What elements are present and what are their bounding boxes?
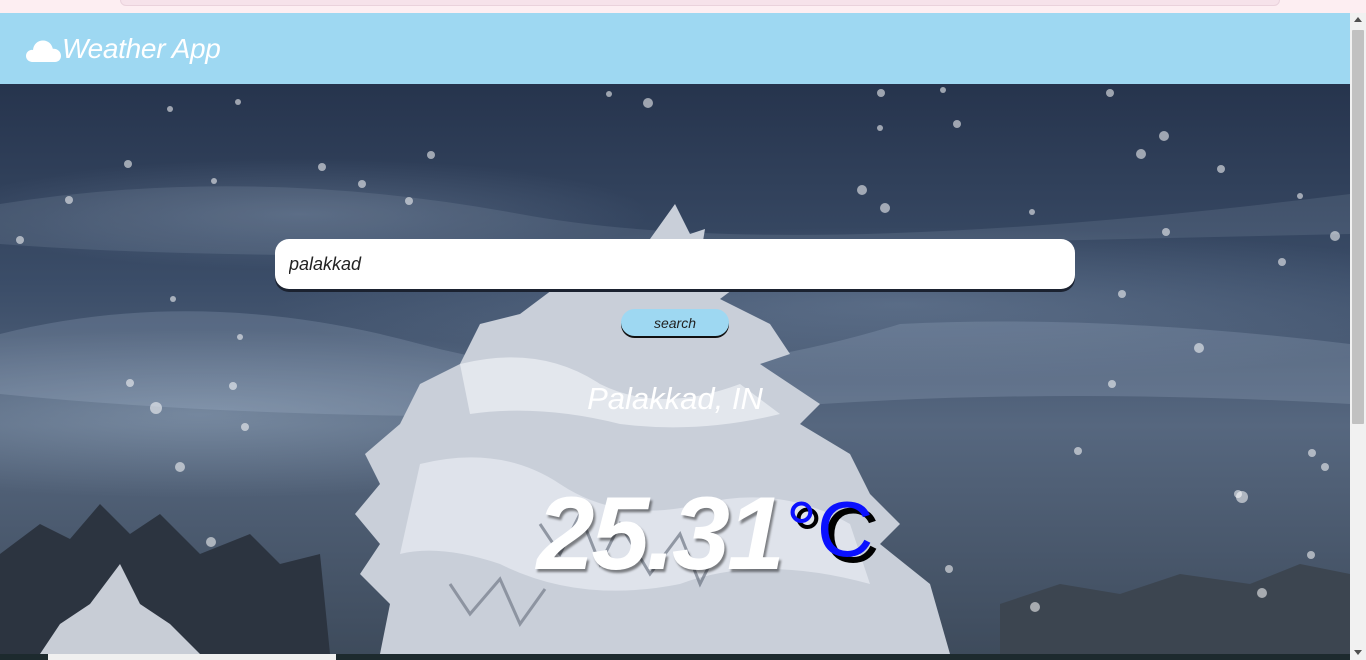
city-search-input[interactable] (275, 239, 1075, 289)
search-button[interactable]: search (621, 309, 729, 336)
address-bar-edge (120, 0, 1280, 6)
weather-scene: search Palakkad, IN 25.31 °C (0, 84, 1350, 654)
scroll-down-icon[interactable] (1354, 650, 1362, 655)
scroll-thumb[interactable] (1352, 30, 1364, 424)
browser-top-strip (0, 0, 1366, 13)
app-logo[interactable]: Weather App (24, 33, 221, 65)
scroll-up-icon[interactable] (1354, 17, 1362, 22)
temperature-unit: °C (785, 485, 874, 573)
location-label: Palakkad, IN (587, 381, 763, 416)
navbar: Weather App (0, 13, 1350, 84)
cloud-icon (26, 40, 61, 62)
temperature-display: 25.31 °C (0, 482, 1350, 586)
app-title: Weather App (62, 32, 221, 64)
temperature-value: 25.31 (536, 476, 785, 592)
taskbar-edge (0, 654, 1350, 660)
page-scrollbar[interactable] (1350, 13, 1366, 660)
taskbar-item (48, 654, 336, 660)
